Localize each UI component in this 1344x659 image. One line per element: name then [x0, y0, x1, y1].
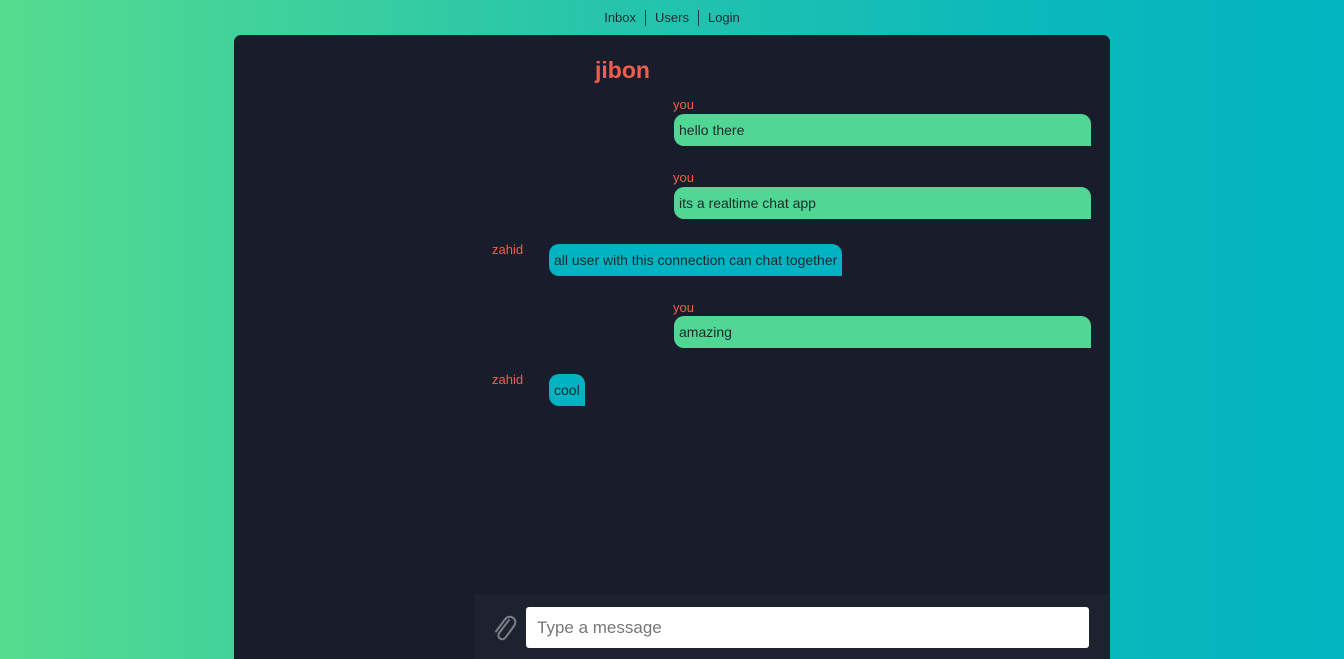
message-sender: zahid	[492, 242, 524, 257]
message-sender: zahid	[492, 372, 524, 387]
nav-link-users[interactable]: Users	[646, 10, 698, 26]
top-navigation: Inbox Users Login	[0, 10, 1344, 26]
message-bubble: cool	[549, 374, 585, 406]
message-input[interactable]	[526, 607, 1089, 648]
paperclip-icon[interactable]	[491, 613, 517, 643]
message-bubble: all user with this connection can chat t…	[549, 244, 843, 276]
chat-title: jibon	[595, 57, 650, 83]
message-bubble: hello there	[674, 114, 1091, 146]
nav-link-login[interactable]: Login	[699, 10, 749, 26]
message-sender: you	[673, 300, 694, 315]
nav-link-inbox[interactable]: Inbox	[595, 10, 645, 26]
message-composer	[475, 594, 1110, 659]
message-sender: you	[673, 170, 694, 185]
message-bubble: its a realtime chat app	[674, 187, 1091, 219]
message-bubble: amazing	[674, 316, 1091, 348]
chat-panel: jibon you hello there you its a realtime…	[234, 35, 1110, 659]
message-sender: you	[673, 97, 694, 112]
